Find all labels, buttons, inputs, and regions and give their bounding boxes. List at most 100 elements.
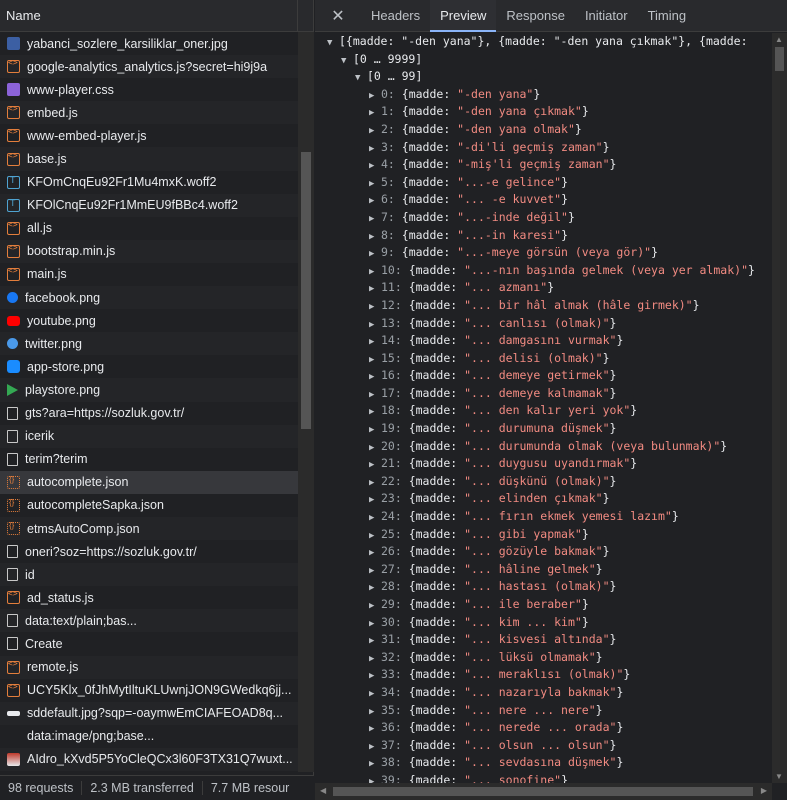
scrollbar-thumb[interactable] <box>333 787 753 796</box>
request-row[interactable]: Create <box>0 632 298 655</box>
tree-item-node[interactable]: ▶ 13: {madde: "... canlısı (olmak)"} <box>315 315 772 333</box>
request-row[interactable]: gts?ara=https://sozluk.gov.tr/ <box>0 402 298 425</box>
request-row[interactable]: data:text/plain;bas... <box>0 609 298 633</box>
tree-root-node[interactable]: ▼ [{madde: "-den yana"}, {madde: "-den ya… <box>315 33 772 51</box>
tree-item-node[interactable]: ▶ 30: {madde: "... kim ... kim"} <box>315 614 772 632</box>
request-row[interactable]: terim?terim <box>0 448 298 471</box>
request-row[interactable]: twitter.png <box>0 332 298 356</box>
tree-item-node[interactable]: ▶ 16: {madde: "... demeye getirmek"} <box>315 367 772 385</box>
expand-arrow-icon[interactable]: ▶ <box>369 299 381 317</box>
tree-item-node[interactable]: ▶ 12: {madde: "... bir hâl almak (hâle gi… <box>315 297 772 315</box>
tree-item-node[interactable]: ▶ 35: {madde: "... nere ... nere"} <box>315 702 772 720</box>
tree-item-node[interactable]: ▶ 8: {madde: "...-in karesi"} <box>315 227 772 245</box>
request-row[interactable]: google-analytics_analytics.js?secret=hi9… <box>0 55 298 79</box>
name-column-header[interactable]: Name <box>0 0 313 32</box>
request-row[interactable]: id <box>0 563 298 587</box>
tree-item-node[interactable]: ▶ 14: {madde: "... damgasını vurmak"} <box>315 332 772 350</box>
scroll-down-arrow-icon[interactable]: ▼ <box>775 772 783 781</box>
tree-item-node[interactable]: ▶ 31: {madde: "... kisvesi altında"} <box>315 631 772 649</box>
request-row[interactable]: autocomplete.json <box>0 470 298 494</box>
request-row[interactable]: yabanci_sozlere_karsiliklar_oner.jpg <box>0 32 298 55</box>
request-row[interactable]: www-player.css <box>0 78 298 101</box>
expand-arrow-icon[interactable]: ▼ <box>327 35 339 53</box>
request-row[interactable]: youtube.png <box>0 309 298 332</box>
request-row[interactable]: data:image/png;base... <box>0 725 298 748</box>
preview-vertical-scrollbar[interactable]: ▲ ▼ <box>772 33 787 783</box>
tree-item-node[interactable]: ▶ 22: {madde: "... düşkünü (olmak)"} <box>315 473 772 491</box>
expand-arrow-icon[interactable]: ▶ <box>369 598 381 616</box>
tab-preview[interactable]: Preview <box>430 0 497 32</box>
tree-item-node[interactable]: ▶ 19: {madde: "... durumuna düşmek"} <box>315 420 772 438</box>
request-row[interactable]: sddefault.jpg?sqp=-oaymwEmCIAFEOAD8q... <box>0 701 298 725</box>
request-row[interactable]: autocompleteSapka.json <box>0 494 298 517</box>
scroll-left-arrow-icon[interactable]: ◀ <box>320 786 326 795</box>
tree-item-node[interactable]: ▶ 34: {madde: "... nazarıyla bakmak"} <box>315 684 772 702</box>
tree-range-node-inner[interactable]: ▼ [0 … 99] <box>315 68 772 86</box>
expand-arrow-icon[interactable]: ▼ <box>355 70 367 88</box>
request-row[interactable]: www-embed-player.js <box>0 124 298 147</box>
tree-range-node-outer[interactable]: ▼ [0 … 9999] <box>315 51 772 69</box>
tree-item-node[interactable]: ▶ 1: {madde: "-den yana çıkmak"} <box>315 103 772 121</box>
tab-headers[interactable]: Headers <box>361 0 430 32</box>
expand-arrow-icon[interactable]: ▶ <box>369 510 381 528</box>
tree-item-node[interactable]: ▶ 15: {madde: "... delisi (olmak)"} <box>315 350 772 368</box>
scroll-up-arrow-icon[interactable]: ▲ <box>775 35 783 44</box>
tree-item-node[interactable]: ▶ 32: {madde: "... lüksü olmamak"} <box>315 649 772 667</box>
request-row[interactable]: base.js <box>0 147 298 171</box>
tree-item-node[interactable]: ▶ 39: {madde: "... sonofine"} <box>315 772 772 783</box>
tree-item-node[interactable]: ▶ 4: {madde: "-miş'li geçmiş zaman"} <box>315 156 772 174</box>
tree-item-node[interactable]: ▶ 7: {madde: "...-inde değil"} <box>315 209 772 227</box>
expand-arrow-icon[interactable]: ▶ <box>369 211 381 229</box>
request-row[interactable]: oneri?soz=https://sozluk.gov.tr/ <box>0 540 298 563</box>
scroll-right-arrow-icon[interactable]: ▶ <box>761 786 767 795</box>
request-row[interactable]: facebook.png <box>0 286 298 310</box>
request-row[interactable]: main.js <box>0 263 298 286</box>
tree-item-node[interactable]: ▶ 3: {madde: "-di'li geçmiş zaman"} <box>315 139 772 157</box>
request-row[interactable]: embed.js <box>0 101 298 125</box>
tab-response[interactable]: Response <box>496 0 575 32</box>
request-row[interactable]: ad_status.js <box>0 586 298 609</box>
request-row[interactable]: KFOmCnqEu92Fr1Mu4mxK.woff2 <box>0 171 298 194</box>
preview-horizontal-scrollbar[interactable]: ◀ ▶ <box>315 783 772 800</box>
tree-item-node[interactable]: ▶ 18: {madde: "... den kalır yeri yok"} <box>315 402 772 420</box>
expand-arrow-icon[interactable]: ▶ <box>369 123 381 141</box>
tree-item-node[interactable]: ▶ 28: {madde: "... hastası (olmak)"} <box>315 578 772 596</box>
request-row[interactable]: AIdro_kXvd5P5YoCleQCx3l60F3TX31Q7wuxt... <box>0 747 298 771</box>
tree-item-node[interactable]: ▶ 6: {madde: "... -e kuvvet"} <box>315 191 772 209</box>
scrollbar-thumb[interactable] <box>775 47 784 71</box>
request-row[interactable]: UCY5Klx_0fJhMytIltuKLUwnjJON9GWedkq6jj..… <box>0 679 298 702</box>
request-row[interactable]: KFOlCnqEu92Fr1MmEU9fBBc4.woff2 <box>0 193 298 217</box>
request-row[interactable]: playstore.png <box>0 378 298 402</box>
tree-item-node[interactable]: ▶ 17: {madde: "... demeye kalmamak"} <box>315 385 772 403</box>
tree-item-node[interactable]: ▶ 38: {madde: "... sevdasına düşmek"} <box>315 754 772 772</box>
tree-item-node[interactable]: ▶ 33: {madde: "... meraklısı (olmak)"} <box>315 666 772 684</box>
expand-arrow-icon[interactable]: ▶ <box>369 774 381 783</box>
tree-item-node[interactable]: ▶ 27: {madde: "... hâline gelmek"} <box>315 561 772 579</box>
tree-item-node[interactable]: ▶ 25: {madde: "... gibi yapmak"} <box>315 526 772 544</box>
tree-item-node[interactable]: ▶ 36: {madde: "... nerede ... orada"} <box>315 719 772 737</box>
tree-item-node[interactable]: ▶ 9: {madde: "...-meye görsün (veya gör)"… <box>315 244 772 262</box>
tree-item-node[interactable]: ▶ 5: {madde: "...-e gelince"} <box>315 174 772 192</box>
tree-item-node[interactable]: ▶ 24: {madde: "... fırın ekmek yemesi laz… <box>315 508 772 526</box>
request-row[interactable]: all.js <box>0 217 298 240</box>
request-list-scrollbar[interactable] <box>298 32 314 772</box>
tree-item-node[interactable]: ▶ 23: {madde: "... elinden çıkmak"} <box>315 490 772 508</box>
expand-arrow-icon[interactable]: ▶ <box>369 686 381 704</box>
close-details-button[interactable]: ✕ <box>315 0 361 32</box>
request-row[interactable]: etmsAutoComp.json <box>0 516 298 541</box>
tree-item-node[interactable]: ▶ 20: {madde: "... durumunda olmak (veya … <box>315 438 772 456</box>
tree-item-node[interactable]: ▶ 0: {madde: "-den yana"} <box>315 86 772 104</box>
tree-item-node[interactable]: ▶ 29: {madde: "... ile beraber"} <box>315 596 772 614</box>
request-row[interactable]: bootstrap.min.js <box>0 239 298 263</box>
tree-item-node[interactable]: ▶ 26: {madde: "... gözüyle bakmak"} <box>315 543 772 561</box>
request-row[interactable]: app-store.png <box>0 355 298 378</box>
tree-item-node[interactable]: ▶ 10: {madde: "...-nın başında gelmek (ve… <box>315 262 772 280</box>
expand-arrow-icon[interactable]: ▼ <box>341 53 353 71</box>
tree-item-node[interactable]: ▶ 11: {madde: "... azmanı"} <box>315 279 772 297</box>
tree-item-node[interactable]: ▶ 2: {madde: "-den yana olmak"} <box>315 121 772 139</box>
request-row[interactable]: icerik <box>0 424 298 448</box>
tree-item-node[interactable]: ▶ 21: {madde: "... duygusu uyandırmak"} <box>315 455 772 473</box>
tab-initiator[interactable]: Initiator <box>575 0 638 32</box>
column-separator[interactable] <box>297 0 298 32</box>
tree-item-node[interactable]: ▶ 37: {madde: "... olsun ... olsun"} <box>315 737 772 755</box>
